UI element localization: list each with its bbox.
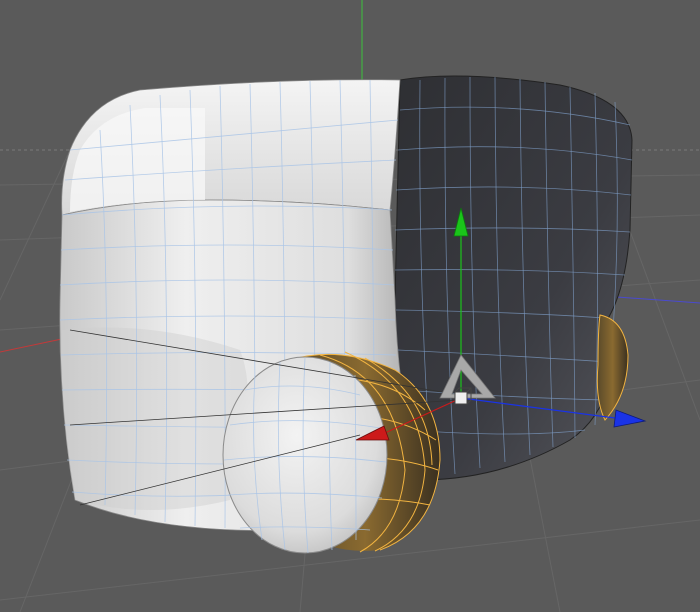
3d-viewport[interactable] xyxy=(0,0,700,612)
pivot-cube-icon[interactable] xyxy=(454,391,468,405)
